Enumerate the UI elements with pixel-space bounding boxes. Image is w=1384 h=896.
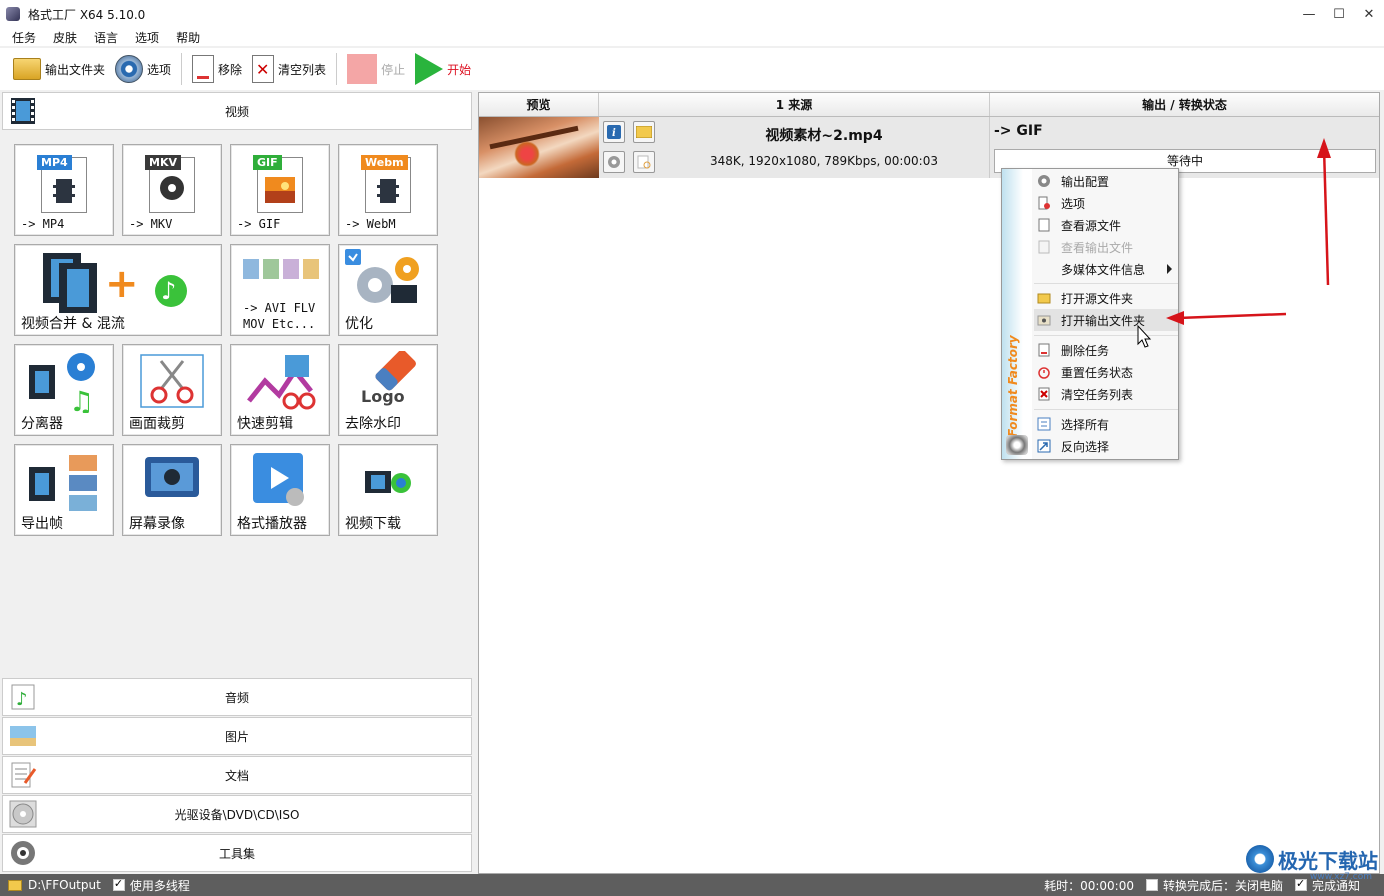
red-arrow-left-annotation: [1166, 311, 1287, 325]
folder-icon: [8, 879, 22, 891]
shutdown-after-checkbox[interactable]: [1145, 879, 1158, 891]
elapsed-time: 耗时：00:00:00: [1044, 878, 1134, 893]
annotation-overlay: [1137, 138, 1331, 348]
output-path[interactable]: D:\FFOutput: [28, 878, 101, 892]
notify-checkbox[interactable]: [1294, 877, 1307, 891]
mouse-cursor-icon: [1137, 324, 1152, 348]
multithread-checkbox[interactable]: [112, 877, 125, 891]
red-arrow-up-annotation: [1317, 138, 1331, 286]
watermark-logo-icon: [1246, 845, 1274, 873]
watermark-url: www.xz7.com: [1310, 872, 1372, 882]
watermark-text: 极光下载站: [1278, 848, 1378, 873]
watermark: 极光下载站 www.xz7.com: [1246, 844, 1378, 882]
multithread-label: 使用多线程: [129, 878, 190, 893]
status-bar: D:\FFOutput 使用多线程 耗时：00:00:00 转换完成后：关闭电脑…: [0, 874, 1384, 896]
shutdown-after-label: 转换完成后：关闭电脑: [1162, 878, 1283, 893]
